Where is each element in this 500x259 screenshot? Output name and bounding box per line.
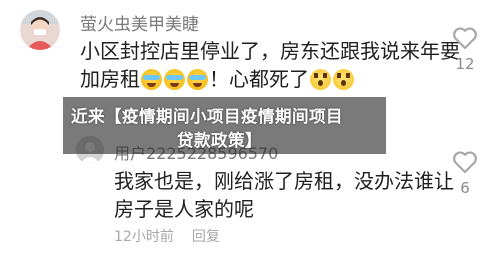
overlay-title-banner: 近来【疫情期间小项目疫情期间项目 贷款政策】	[63, 97, 386, 154]
shocked-emoji-icon	[310, 69, 331, 90]
heart-icon	[453, 151, 477, 174]
cry-laugh-emoji-icon	[164, 69, 185, 90]
avatar-photo-icon	[20, 10, 60, 50]
cry-laugh-emoji-icon	[187, 69, 208, 90]
comment-item: 萤火虫美甲美睫 小区封控店里停业了，房东还跟我说来年要 加房租 ！心都死了 12	[0, 0, 500, 100]
like-count: 6	[460, 179, 470, 197]
shocked-emoji-icon	[333, 69, 354, 90]
reply-button[interactable]: 回复	[192, 229, 220, 245]
comment-text-line: 房子是人家的呢	[114, 197, 254, 221]
comment-text-line: 加房租 ！心都死了	[80, 64, 355, 94]
comment-text-fragment: 加房租	[80, 67, 140, 91]
like-count: 12	[455, 55, 475, 73]
comment-meta: 12小时前 回复	[114, 226, 220, 246]
comment-text-fragment: ！心都死了	[209, 67, 309, 91]
like-button[interactable]: 6	[450, 150, 480, 197]
heart-icon	[453, 27, 477, 50]
banner-title-line: 近来【疫情期间小项目疫情期间项目	[71, 107, 343, 126]
comment-text-line: 我家也是，刚给涨了房租，没办法谁让	[114, 169, 454, 193]
cry-laugh-emoji-icon	[141, 69, 162, 90]
banner-title-line: 贷款政策】	[177, 131, 262, 150]
avatar[interactable]	[20, 10, 60, 50]
comment-username[interactable]: 萤火虫美甲美睫	[80, 10, 199, 35]
like-button[interactable]: 12	[450, 26, 480, 73]
comment-timestamp: 12小时前	[114, 229, 174, 245]
comment-text-line: 小区封控店里停业了，房东还跟我说来年要	[80, 39, 460, 63]
